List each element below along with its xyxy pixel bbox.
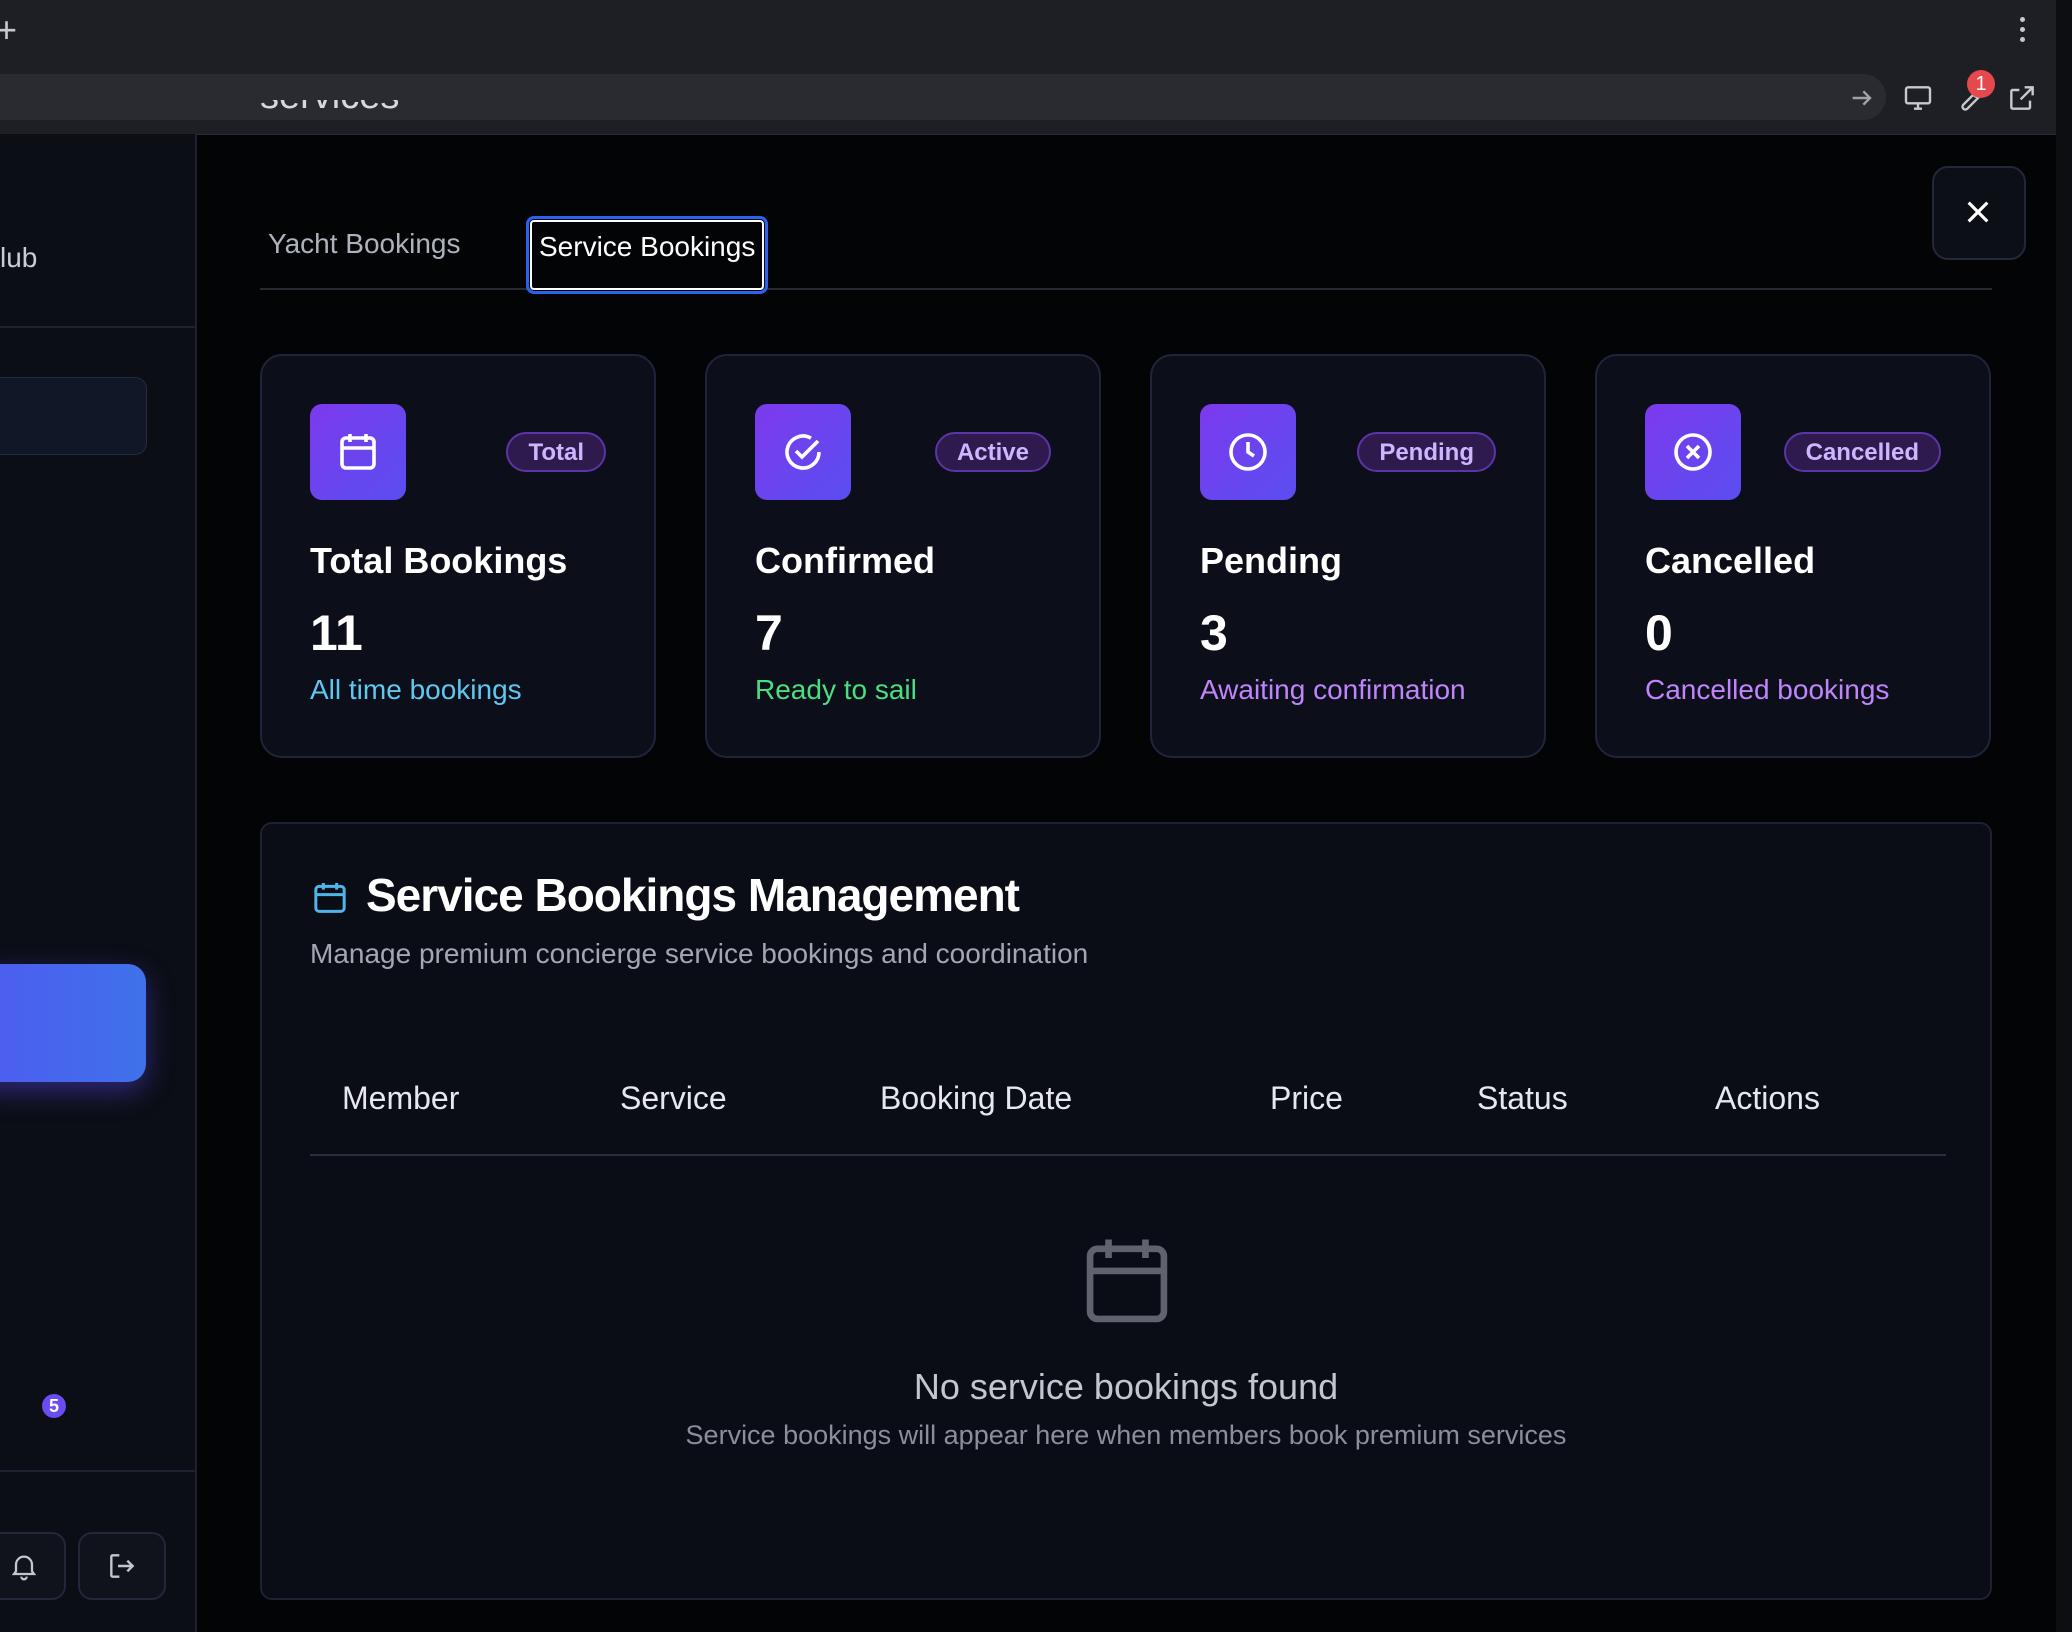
stat-value: 0 bbox=[1645, 605, 1673, 661]
tab-service-bookings[interactable]: Service Bookings bbox=[526, 216, 769, 294]
empty-calendar-icon bbox=[1086, 1239, 1168, 1323]
open-external-icon[interactable] bbox=[2006, 82, 2038, 114]
sidebar-active-item[interactable] bbox=[0, 377, 147, 455]
empty-state-title: No service bookings found bbox=[913, 1366, 1339, 1407]
close-icon bbox=[1967, 201, 1989, 223]
stat-value: 11 bbox=[310, 605, 363, 661]
sidebar-divider bbox=[0, 1470, 195, 1472]
stat-title: Total Bookings bbox=[310, 540, 568, 581]
page-heading: services bbox=[260, 100, 399, 114]
sidebar-brand-text: lub bbox=[0, 242, 38, 273]
stat-icon-tile bbox=[1645, 404, 1741, 500]
stat-value: 7 bbox=[755, 605, 783, 661]
stat-icon-tile bbox=[755, 404, 851, 500]
stat-icon-tile bbox=[1200, 404, 1296, 500]
panel-title: Service Bookings Management bbox=[366, 869, 1020, 921]
empty-state-subtitle: Service bookings will appear here when m… bbox=[685, 1420, 1567, 1450]
stat-subtitle: Cancelled bookings bbox=[1645, 674, 1890, 705]
close-button[interactable] bbox=[1932, 166, 2026, 260]
sidebar: lub bbox=[0, 134, 197, 1632]
browser-menu-icon[interactable] bbox=[2012, 14, 2032, 48]
status-badge: Cancelled bbox=[1783, 432, 1941, 472]
status-badge: Pending bbox=[1357, 432, 1496, 472]
booking-tabs: Yacht Bookings Service Bookings bbox=[260, 214, 1992, 294]
column-header-actions: Actions bbox=[1715, 1080, 1820, 1116]
go-arrow-icon[interactable] bbox=[1846, 82, 1878, 114]
stat-value: 3 bbox=[1200, 605, 1228, 661]
cast-icon[interactable] bbox=[1902, 82, 1934, 114]
stat-subtitle: Awaiting confirmation bbox=[1200, 674, 1466, 705]
calendar-icon bbox=[340, 434, 376, 470]
stat-card-total: Total Total Bookings 11 All time booking… bbox=[260, 354, 656, 758]
column-header-booking-date: Booking Date bbox=[880, 1080, 1073, 1116]
column-header-member: Member bbox=[342, 1080, 460, 1116]
bell-icon bbox=[11, 1555, 37, 1581]
tab-yacht-bookings[interactable]: Yacht Bookings bbox=[268, 226, 461, 262]
column-header-price: Price bbox=[1270, 1080, 1343, 1116]
logout-icon bbox=[110, 1554, 135, 1578]
service-bookings-panel: Service Bookings Management Manage premi… bbox=[260, 822, 1992, 1600]
notifications-button[interactable] bbox=[0, 1532, 66, 1600]
status-badge: Active bbox=[934, 432, 1051, 472]
stat-title: Pending bbox=[1200, 540, 1342, 581]
status-badge: Total bbox=[506, 432, 606, 472]
stat-card-cancelled: Cancelled Cancelled 0 Cancelled bookings bbox=[1595, 354, 1991, 758]
stat-subtitle: All time bookings bbox=[310, 674, 522, 705]
panel-subtitle: Manage premium concierge service booking… bbox=[310, 938, 1089, 969]
x-circle-icon bbox=[1674, 433, 1712, 471]
stat-title: Cancelled bbox=[1645, 540, 1816, 581]
column-header-service: Service bbox=[620, 1080, 727, 1116]
window-edge bbox=[2056, 0, 2072, 1632]
extension-badge: 1 bbox=[1967, 70, 1995, 98]
stat-icon-tile bbox=[310, 404, 406, 500]
column-header-status: Status bbox=[1477, 1080, 1568, 1116]
stat-title: Confirmed bbox=[755, 540, 935, 581]
browser-toolbar bbox=[0, 60, 2056, 135]
stat-card-confirmed: Active Confirmed 7 Ready to sail bbox=[705, 354, 1101, 758]
sidebar-divider bbox=[0, 326, 195, 328]
stat-subtitle: Ready to sail bbox=[755, 674, 917, 705]
calendar-icon bbox=[314, 883, 346, 913]
sidebar-primary-button[interactable] bbox=[0, 964, 146, 1082]
clock-icon bbox=[1229, 433, 1267, 471]
notification-count-badge: 5 bbox=[42, 1394, 66, 1418]
check-circle-icon bbox=[785, 434, 821, 470]
logout-button[interactable] bbox=[78, 1532, 166, 1600]
stat-card-pending: Pending Pending 3 Awaiting confirmation bbox=[1150, 354, 1546, 758]
table-header: Member Service Booking Date Price Status… bbox=[310, 1052, 1946, 1156]
browser-tab-strip: + bbox=[0, 0, 2056, 60]
new-tab-button[interactable]: + bbox=[0, 8, 17, 52]
